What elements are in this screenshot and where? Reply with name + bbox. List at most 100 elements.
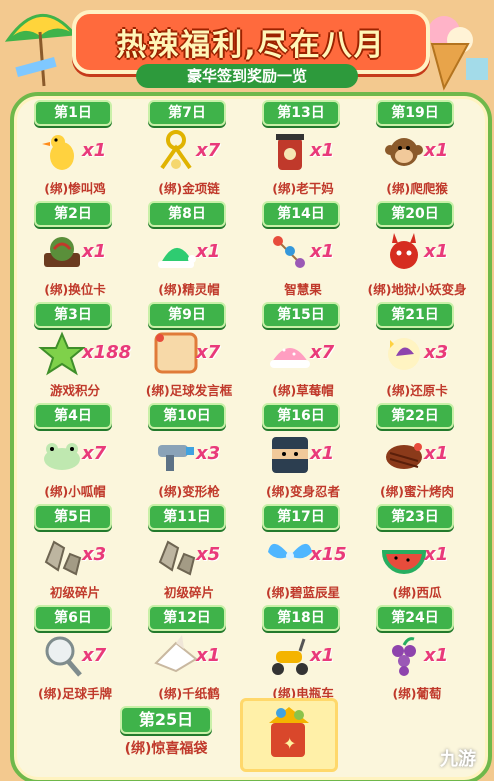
item-name: (绑)西瓜 [392, 585, 442, 600]
monkey-icon [380, 128, 428, 176]
day-reward-cell[interactable]: 第20日 x1 (绑)地狱小妖变身 [360, 201, 474, 301]
page-frame: 热辣福利,尽在八月 豪华签到奖励一览 第1日 x1 (绑)惨叫鸡 第7日 x7 (绑)金项… [0, 0, 494, 781]
scooter-icon [266, 633, 314, 681]
day-reward-cell[interactable]: 第8日 x1 (绑)精灵帽 [132, 201, 246, 301]
day-label: 第16日 [262, 403, 340, 429]
grape-icon [380, 633, 428, 681]
day-label: 第23日 [376, 504, 454, 530]
racket-sign-icon [38, 633, 86, 681]
watermark: 九游 [440, 749, 476, 770]
item-quantity: x1 [310, 140, 335, 161]
day-reward-cell[interactable]: 第1日 x1 (绑)惨叫鸡 [18, 100, 132, 200]
day-reward-cell[interactable]: 第6日 x7 (绑)足球手牌 [18, 605, 132, 705]
surprise-bag-frame: ✦ [240, 698, 338, 772]
item-name: 初级碎片 [49, 585, 100, 600]
day-label: 第15日 [262, 302, 340, 328]
item-name: (绑)葡萄 [392, 686, 442, 701]
day-reward-cell[interactable]: 第11日 x5 初级碎片 [132, 504, 246, 604]
item-quantity: x1 [310, 241, 335, 262]
item-name: (绑)换位卡 [44, 282, 106, 297]
day-reward-cell[interactable]: 第24日 x1 (绑)葡萄 [360, 605, 474, 705]
page-subtitle: 豪华签到奖励一览 [136, 64, 358, 88]
item-name: 初级碎片 [163, 585, 214, 600]
day-label: 第18日 [262, 605, 340, 631]
item-name: (绑)地狱小妖变身 [367, 282, 467, 297]
sauce-jar-icon [266, 128, 314, 176]
day-reward-cell[interactable]: 第13日 x1 (绑)老干妈 [246, 100, 360, 200]
item-quantity: x3 [424, 342, 449, 363]
gold-chain-icon [152, 128, 200, 176]
item-name: (绑)老干妈 [272, 181, 334, 196]
day-reward-cell[interactable]: 第14日 x1 智慧果 [246, 201, 360, 301]
day-reward-cell[interactable]: 第21日 x3 (绑)还原卡 [360, 302, 474, 402]
item-quantity: x3 [196, 443, 221, 464]
item-quantity: x7 [196, 140, 221, 161]
day-label: 第9日 [148, 302, 226, 328]
item-quantity: x1 [310, 443, 335, 464]
day-label: 第20日 [376, 201, 454, 227]
item-name: (绑)变形枪 [158, 484, 220, 499]
item-quantity: x7 [310, 342, 335, 363]
item-quantity: x1 [196, 645, 221, 666]
item-name: (绑)惊喜福袋 [124, 741, 208, 757]
restore-card-icon [380, 330, 428, 378]
day-label: 第17日 [262, 504, 340, 530]
swap-card-icon [38, 229, 86, 277]
item-name: (绑)还原卡 [386, 383, 448, 398]
item-name: 智慧果 [284, 282, 322, 297]
day-25-cell[interactable]: 第25日 (绑)惊喜福袋 ✦ [104, 698, 344, 772]
watermelon-icon [380, 532, 428, 580]
day-label: 第14日 [262, 201, 340, 227]
day-label: 第21日 [376, 302, 454, 328]
item-name: (绑)草莓帽 [272, 383, 334, 398]
day-reward-cell[interactable]: 第10日 x3 (绑)变形枪 [132, 403, 246, 503]
day-label: 第12日 [148, 605, 226, 631]
day-label: 第4日 [34, 403, 112, 429]
day-reward-cell[interactable]: 第23日 x1 (绑)西瓜 [360, 504, 474, 604]
item-name: (绑)足球手牌 [38, 686, 112, 701]
day-reward-cell[interactable]: 第19日 x1 (绑)爬爬猴 [360, 100, 474, 200]
wisdom-fruit-icon [266, 229, 314, 277]
transform-gun-icon [152, 431, 200, 479]
item-name: (绑)变身忍者 [266, 484, 340, 499]
day-reward-cell[interactable]: 第2日 x1 (绑)换位卡 [18, 201, 132, 301]
devil-icon [380, 229, 428, 277]
day-label: 第11日 [148, 504, 226, 530]
stone-fragment-icon [38, 532, 86, 580]
day-reward-cell[interactable]: 第17日 x15 (绑)碧蓝辰星 [246, 504, 360, 604]
elf-hat-icon [152, 229, 200, 277]
day-reward-cell[interactable]: 第22日 x1 (绑)蜜汁烤肉 [360, 403, 474, 503]
item-quantity: x1 [196, 241, 221, 262]
day-reward-cell[interactable]: 第4日 x7 (绑)小呱帽 [18, 403, 132, 503]
day-label: 第8日 [148, 201, 226, 227]
day-label: 第1日 [34, 100, 112, 126]
blue-wings-icon [266, 532, 314, 580]
item-name: (绑)金项链 [158, 181, 220, 196]
svg-text:✦: ✦ [283, 734, 296, 753]
paper-crane-icon [152, 633, 200, 681]
stone-fragment-icon [152, 532, 200, 580]
day-label: 第22日 [376, 403, 454, 429]
surprise-bag-icon: ✦ [269, 707, 309, 757]
day-reward-cell[interactable]: 第3日 x188 游戏积分 [18, 302, 132, 402]
day-reward-cell[interactable]: 第7日 x7 (绑)金项链 [132, 100, 246, 200]
item-quantity: x1 [82, 241, 107, 262]
item-name: (绑)足球发言框 [145, 383, 233, 398]
day-label: 第13日 [262, 100, 340, 126]
day-reward-cell[interactable]: 第18日 x1 (绑)电瓶车 [246, 605, 360, 705]
day-reward-cell[interactable]: 第5日 x3 初级碎片 [18, 504, 132, 604]
day-label: 第3日 [34, 302, 112, 328]
item-quantity: x1 [82, 140, 107, 161]
day-reward-cell[interactable]: 第12日 x1 (绑)千纸鹤 [132, 605, 246, 705]
item-quantity: x1 [424, 645, 449, 666]
day-label: 第2日 [34, 201, 112, 227]
rubber-chicken-icon [38, 128, 86, 176]
roast-meat-icon [380, 431, 428, 479]
item-name: 游戏积分 [49, 383, 100, 398]
item-name: (绑)精灵帽 [158, 282, 220, 297]
umbrella-icon [4, 14, 78, 87]
item-name: (绑)千纸鹤 [158, 686, 220, 701]
day-reward-cell[interactable]: 第15日 x7 (绑)草莓帽 [246, 302, 360, 402]
day-reward-cell[interactable]: 第16日 x1 (绑)变身忍者 [246, 403, 360, 503]
day-reward-cell[interactable]: 第9日 x7 (绑)足球发言框 [132, 302, 246, 402]
